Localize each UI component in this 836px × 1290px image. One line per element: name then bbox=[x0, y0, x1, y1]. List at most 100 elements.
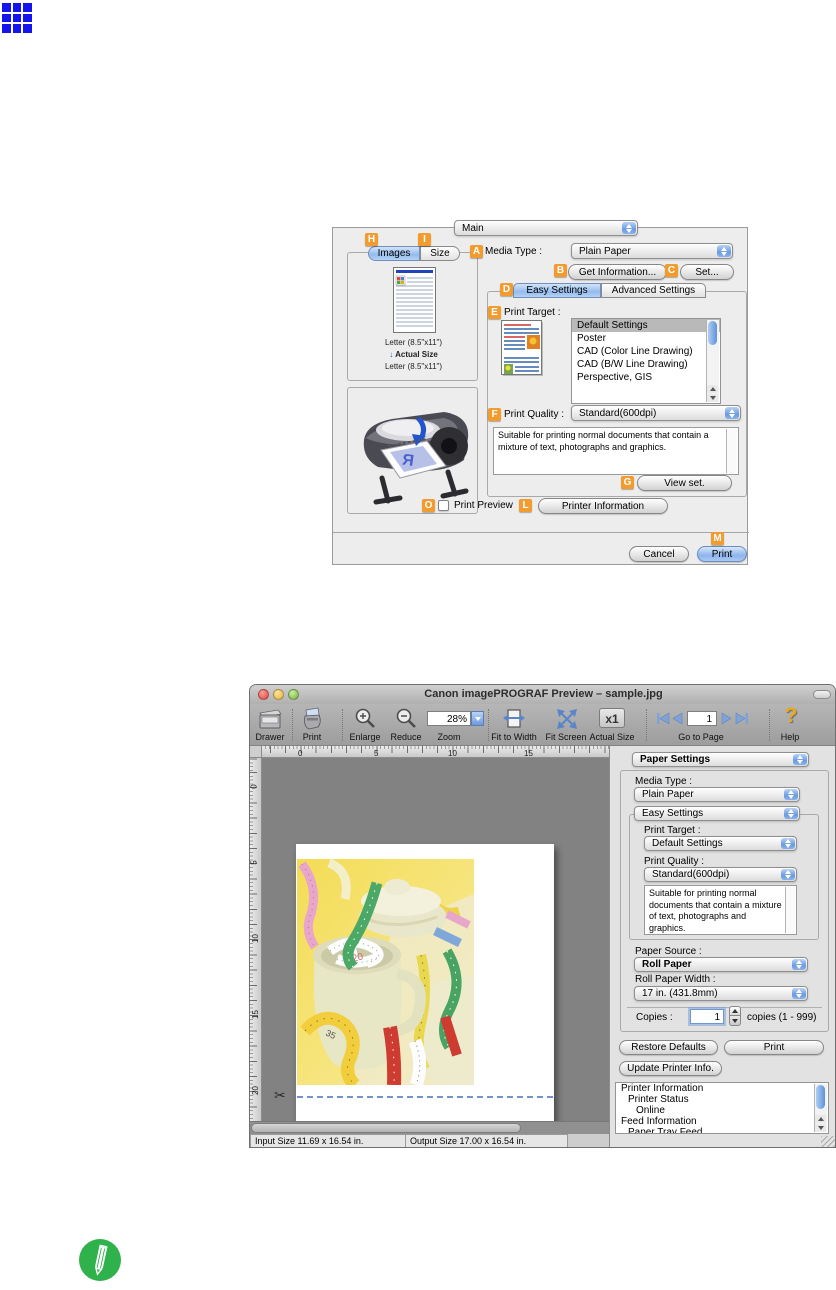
marker-i: I bbox=[418, 233, 431, 246]
zoom-dropdown-icon[interactable] bbox=[471, 711, 484, 726]
output-size-status: Output Size 17.00 x 16.54 in. bbox=[406, 1134, 568, 1148]
fit-screen-icon[interactable] bbox=[555, 707, 579, 731]
stepper-down-icon[interactable] bbox=[729, 1016, 741, 1026]
list-item: Printer Information bbox=[616, 1083, 828, 1094]
page-number-field[interactable]: 1 bbox=[687, 711, 717, 726]
popup-arrows-icon bbox=[781, 869, 795, 880]
print-target-dropdown[interactable]: Default Settings bbox=[644, 836, 797, 851]
list-scrollbar[interactable] bbox=[706, 320, 719, 402]
divider bbox=[333, 532, 749, 533]
stepper-up-icon[interactable] bbox=[729, 1006, 741, 1016]
copies-label: Copies : bbox=[636, 1012, 673, 1023]
quality-description-box: Suitable for printing normal documents t… bbox=[493, 427, 739, 475]
previous-page-icon[interactable] bbox=[671, 711, 683, 726]
popup-arrows-icon bbox=[792, 959, 806, 970]
list-item[interactable]: CAD (Color Line Drawing) bbox=[572, 345, 720, 358]
tab-easy-settings[interactable]: Easy Settings bbox=[513, 283, 601, 298]
zoom-value-field[interactable]: 28% bbox=[427, 711, 471, 726]
marker-e: E bbox=[488, 306, 501, 319]
marker-l: L bbox=[519, 499, 532, 512]
scroll-down-icon[interactable] bbox=[815, 1124, 826, 1132]
toolbar-pill-button[interactable] bbox=[813, 690, 831, 699]
quality-description-box: Suitable for printing normal documents t… bbox=[644, 885, 797, 935]
help-button[interactable]: Help bbox=[781, 732, 800, 742]
next-page-icon[interactable] bbox=[721, 711, 733, 726]
print-toolbar-button[interactable]: Print bbox=[303, 732, 322, 742]
description-scrollbar[interactable] bbox=[726, 429, 737, 473]
copies-field[interactable]: 1 bbox=[690, 1009, 724, 1024]
print-icon[interactable] bbox=[301, 706, 325, 732]
list-item[interactable]: Poster bbox=[572, 332, 720, 345]
tab-images[interactable]: Images bbox=[368, 246, 420, 261]
vertical-ruler: 0 5 10 15 20 bbox=[250, 758, 262, 1121]
drawer-icon[interactable] bbox=[257, 707, 283, 731]
update-printer-info-button[interactable]: Update Printer Info. bbox=[619, 1061, 722, 1076]
scrollbar-thumb[interactable] bbox=[251, 1123, 521, 1133]
quality-description: Suitable for printing normal documents t… bbox=[649, 888, 782, 933]
media-type-value: Plain Paper bbox=[579, 246, 631, 257]
settings-mode-dropdown[interactable]: Easy Settings bbox=[634, 806, 800, 821]
restore-defaults-button[interactable]: Restore Defaults bbox=[619, 1040, 718, 1055]
last-page-icon[interactable] bbox=[735, 711, 749, 726]
enlarge-button[interactable]: Enlarge bbox=[349, 732, 380, 742]
horizontal-ruler: 0 5 10 15 bbox=[262, 746, 609, 758]
roll-width-value: 17 in. (431.8mm) bbox=[642, 988, 718, 999]
printer-information-button[interactable]: Printer Information bbox=[538, 498, 668, 514]
printer-info-list[interactable]: Printer Information Printer Status Onlin… bbox=[615, 1082, 829, 1134]
print-quality-label: Print Quality : bbox=[644, 856, 704, 867]
print-preview-checkbox[interactable] bbox=[438, 500, 449, 511]
paper-source-dropdown[interactable]: Roll Paper bbox=[634, 957, 808, 972]
cancel-button[interactable]: Cancel bbox=[629, 546, 689, 562]
set-button[interactable]: Set... bbox=[680, 264, 734, 280]
title-bar[interactable]: Canon imagePROGRAF Preview – sample.jpg bbox=[250, 685, 836, 704]
get-information-button[interactable]: Get Information... bbox=[568, 264, 667, 280]
description-scrollbar[interactable] bbox=[785, 887, 795, 933]
fit-to-width-button[interactable]: Fit to Width bbox=[491, 732, 537, 742]
list-item[interactable]: CAD (B/W Line Drawing) bbox=[572, 358, 720, 371]
media-type-dropdown[interactable]: Plain Paper bbox=[571, 243, 733, 259]
view-set-button[interactable]: View set. bbox=[637, 475, 732, 491]
scroll-down-icon[interactable] bbox=[707, 394, 718, 402]
settings-mode-value: Easy Settings bbox=[642, 808, 703, 819]
media-type-dropdown[interactable]: Plain Paper bbox=[634, 787, 800, 802]
print-button[interactable]: Print bbox=[697, 546, 747, 562]
goto-page-label: Go to Page bbox=[678, 732, 724, 742]
reduce-icon[interactable] bbox=[395, 707, 419, 731]
popup-arrows-icon bbox=[622, 222, 636, 234]
tab-size[interactable]: Size bbox=[420, 246, 460, 261]
copies-stepper[interactable] bbox=[729, 1006, 741, 1026]
print-target-list[interactable]: Default Settings Poster CAD (Color Line … bbox=[571, 318, 721, 404]
resize-grip[interactable] bbox=[821, 1136, 835, 1148]
print-quality-dropdown[interactable]: Standard(600dpi) bbox=[644, 867, 797, 882]
horizontal-scrollbar[interactable] bbox=[250, 1121, 609, 1134]
drawer-button[interactable]: Drawer bbox=[255, 732, 284, 742]
popup-arrows-icon bbox=[792, 988, 806, 999]
roll-width-dropdown[interactable]: 17 in. (431.8mm) bbox=[634, 986, 808, 1001]
enlarge-icon[interactable] bbox=[354, 707, 378, 731]
fit-to-width-icon[interactable] bbox=[502, 707, 526, 731]
list-scrollbar[interactable] bbox=[814, 1084, 827, 1132]
marker-g: G bbox=[621, 476, 634, 489]
tab-advanced-settings[interactable]: Advanced Settings bbox=[601, 283, 706, 298]
panel-mode-dropdown[interactable]: Paper Settings bbox=[632, 752, 809, 767]
panel-print-button[interactable]: Print bbox=[724, 1040, 824, 1055]
print-target-label: Print Target : bbox=[644, 825, 701, 836]
print-quality-dropdown[interactable]: Standard(600dpi) bbox=[571, 405, 741, 421]
list-item[interactable]: Default Settings bbox=[572, 319, 720, 332]
first-page-icon[interactable] bbox=[656, 711, 670, 726]
pane-select-dropdown[interactable]: Main bbox=[454, 220, 638, 236]
reduce-button[interactable]: Reduce bbox=[390, 732, 421, 742]
actual-size-button[interactable]: Actual Size bbox=[589, 732, 634, 742]
scroll-up-icon[interactable] bbox=[707, 385, 718, 393]
popup-arrows-icon bbox=[717, 245, 731, 257]
fit-screen-button[interactable]: Fit Screen bbox=[545, 732, 586, 742]
scrollbar-thumb[interactable] bbox=[708, 321, 717, 345]
actual-size-icon[interactable]: x1 bbox=[599, 708, 625, 728]
popup-arrows-icon bbox=[725, 407, 739, 419]
scrollbar-thumb[interactable] bbox=[816, 1085, 825, 1109]
preview-canvas[interactable]: 0 5 10 15 0 5 10 15 20 bbox=[250, 746, 609, 1121]
list-item[interactable]: Perspective, GIS bbox=[572, 371, 720, 384]
scroll-up-icon[interactable] bbox=[815, 1115, 826, 1123]
help-icon[interactable]: ? bbox=[781, 704, 801, 730]
marker-o: O bbox=[422, 499, 435, 512]
